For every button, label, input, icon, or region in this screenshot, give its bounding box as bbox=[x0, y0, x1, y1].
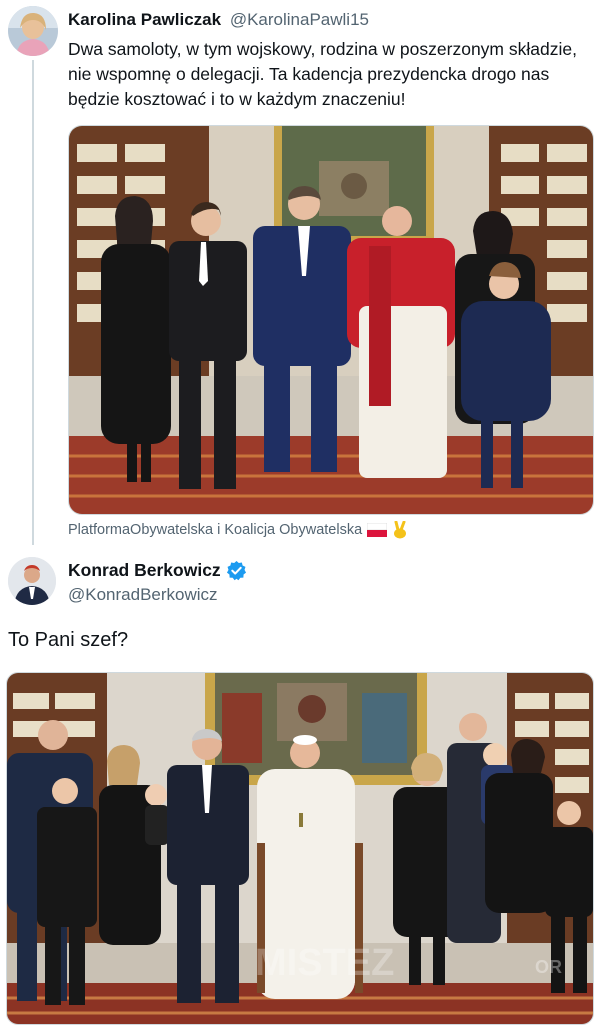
author-name-row: Konrad Berkowicz bbox=[68, 560, 247, 581]
quoted-tweet-photo[interactable] bbox=[68, 125, 594, 515]
quoted-author-handle[interactable]: @KarolinaPawli15 bbox=[230, 10, 369, 29]
watermark-text: MISTEZ bbox=[255, 942, 394, 984]
author-avatar[interactable] bbox=[8, 557, 56, 605]
quoted-author-name[interactable]: Karolina Pawliczak bbox=[68, 10, 221, 29]
tweet-text: To Pani szef? bbox=[8, 629, 129, 651]
quoted-author-avatar[interactable] bbox=[8, 6, 58, 56]
quoted-tweet-text: Dwa samoloty, w tym wojskowy, rodzina w … bbox=[68, 39, 577, 109]
thread-line bbox=[32, 60, 34, 545]
polish-flag-icon bbox=[367, 523, 388, 537]
verified-badge-icon bbox=[226, 560, 247, 581]
watermark-suffix: OR bbox=[535, 957, 562, 977]
victory-hand-icon bbox=[392, 521, 408, 539]
tweet-photo[interactable]: MISTEZ OR bbox=[6, 672, 594, 1025]
author-handle[interactable]: @KonradBerkowicz bbox=[68, 585, 218, 605]
quoted-tweet-header: Karolina Pawliczak @KarolinaPawli15 bbox=[68, 10, 369, 30]
source-label: PlatformaObywatelska i Koalicja Obywatel… bbox=[68, 522, 363, 538]
author-name[interactable]: Konrad Berkowicz bbox=[68, 560, 221, 581]
quoted-tweet-source[interactable]: PlatformaObywatelska i Koalicja Obywatel… bbox=[68, 521, 408, 539]
